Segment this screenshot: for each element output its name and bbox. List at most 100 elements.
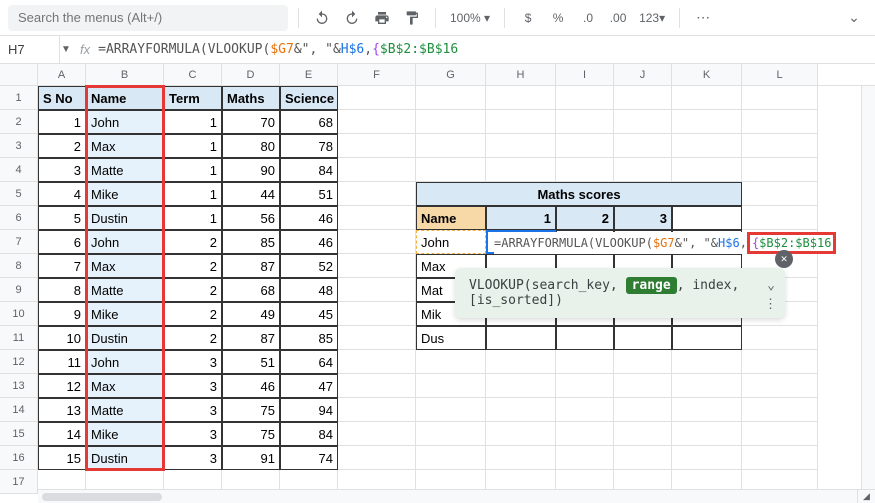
cell[interactable] <box>338 254 416 278</box>
row-header[interactable]: 17 <box>0 470 38 494</box>
hint-menu-icon[interactable]: ⋮ <box>764 297 777 312</box>
cell[interactable] <box>486 134 556 158</box>
cell[interactable] <box>614 350 672 374</box>
cell[interactable]: 1 <box>38 110 86 134</box>
cell[interactable]: 46 <box>280 230 338 254</box>
cell[interactable]: Maths <box>222 86 280 110</box>
cell[interactable] <box>338 86 416 110</box>
cell[interactable]: John <box>86 350 164 374</box>
cell[interactable] <box>486 398 556 422</box>
menu-search-input[interactable] <box>8 5 288 31</box>
cell[interactable]: 13 <box>38 398 86 422</box>
cell[interactable]: 75 <box>222 398 280 422</box>
column-header-j[interactable]: J <box>614 64 672 85</box>
cell[interactable] <box>486 86 556 110</box>
cell[interactable] <box>556 134 614 158</box>
cell[interactable]: 68 <box>222 278 280 302</box>
cell[interactable]: John <box>86 110 164 134</box>
cell[interactable] <box>556 326 614 350</box>
format-dropdown[interactable]: 123▾ <box>635 11 669 25</box>
row-header[interactable]: 5 <box>0 182 38 206</box>
column-header-g[interactable]: G <box>416 64 486 85</box>
cell[interactable]: Mike <box>86 302 164 326</box>
cell[interactable]: 46 <box>222 374 280 398</box>
column-header-a[interactable]: A <box>38 64 86 85</box>
cell[interactable] <box>338 134 416 158</box>
cell[interactable] <box>416 158 486 182</box>
cell[interactable]: 75 <box>222 422 280 446</box>
cell[interactable] <box>672 350 742 374</box>
cell[interactable]: 64 <box>280 350 338 374</box>
zoom-dropdown[interactable]: 100% ▾ <box>446 11 494 25</box>
name-box[interactable]: H7 <box>0 36 60 63</box>
cell[interactable] <box>338 230 416 254</box>
cell[interactable]: 3 <box>38 158 86 182</box>
cell[interactable] <box>338 182 416 206</box>
cell[interactable]: 85 <box>222 230 280 254</box>
cell[interactable] <box>338 278 416 302</box>
cell[interactable] <box>338 206 416 230</box>
cell[interactable] <box>672 110 742 134</box>
cell[interactable]: 2 <box>164 302 222 326</box>
cell[interactable]: 1 <box>486 206 556 230</box>
row-header[interactable]: 3 <box>0 134 38 158</box>
cell[interactable] <box>416 86 486 110</box>
cell[interactable] <box>416 134 486 158</box>
cell[interactable]: Matte <box>86 158 164 182</box>
column-header-k[interactable]: K <box>672 64 742 85</box>
cell[interactable]: Term <box>164 86 222 110</box>
cell[interactable]: 94 <box>280 398 338 422</box>
cell[interactable] <box>556 446 614 470</box>
row-header[interactable]: 10 <box>0 302 38 326</box>
cell[interactable]: Name <box>86 86 164 110</box>
row-header[interactable]: 13 <box>0 374 38 398</box>
row-header[interactable]: 12 <box>0 350 38 374</box>
cell[interactable]: 4 <box>38 182 86 206</box>
cell[interactable] <box>416 446 486 470</box>
row-header[interactable]: 4 <box>0 158 38 182</box>
column-header-l[interactable]: L <box>742 64 818 85</box>
cell[interactable] <box>486 158 556 182</box>
cell[interactable]: Dustin <box>86 206 164 230</box>
cell[interactable]: 3 <box>614 206 672 230</box>
cell[interactable]: Dustin <box>86 446 164 470</box>
row-header[interactable]: 15 <box>0 422 38 446</box>
cell[interactable] <box>672 374 742 398</box>
cell[interactable] <box>416 398 486 422</box>
explore-button[interactable]: ◢ <box>857 489 875 503</box>
cell[interactable]: John <box>86 230 164 254</box>
cell[interactable]: 9 <box>38 302 86 326</box>
cell[interactable]: 3 <box>164 422 222 446</box>
spreadsheet-grid[interactable]: ABCDEFGHIJKL 1S NoNameTermMathsScience21… <box>0 64 875 503</box>
cell[interactable] <box>556 158 614 182</box>
cell[interactable] <box>486 350 556 374</box>
cell[interactable] <box>742 158 818 182</box>
close-icon[interactable]: ✕ <box>775 250 793 268</box>
cell[interactable]: 8 <box>38 278 86 302</box>
cell[interactable]: 49 <box>222 302 280 326</box>
row-header[interactable]: 6 <box>0 206 38 230</box>
cell[interactable]: Mike <box>86 422 164 446</box>
decrease-decimal-button[interactable]: .0 <box>575 5 601 31</box>
cell[interactable] <box>614 422 672 446</box>
horizontal-scrollbar[interactable] <box>38 489 857 503</box>
cell[interactable]: 48 <box>280 278 338 302</box>
cell[interactable] <box>338 422 416 446</box>
column-header-c[interactable]: C <box>164 64 222 85</box>
cell[interactable]: 3 <box>164 374 222 398</box>
cell[interactable]: 91 <box>222 446 280 470</box>
cell[interactable]: 3 <box>164 350 222 374</box>
cell[interactable]: 80 <box>222 134 280 158</box>
row-header[interactable]: 1 <box>0 86 38 110</box>
cell[interactable]: 46 <box>280 206 338 230</box>
cell[interactable]: 12 <box>38 374 86 398</box>
cell[interactable]: 1 <box>164 206 222 230</box>
cell[interactable]: John <box>416 230 486 254</box>
row-header[interactable]: 11 <box>0 326 38 350</box>
cell[interactable] <box>556 86 614 110</box>
cell[interactable]: 51 <box>222 350 280 374</box>
undo-button[interactable] <box>309 5 335 31</box>
cell[interactable]: 84 <box>280 422 338 446</box>
cell[interactable] <box>672 398 742 422</box>
row-header[interactable]: 2 <box>0 110 38 134</box>
